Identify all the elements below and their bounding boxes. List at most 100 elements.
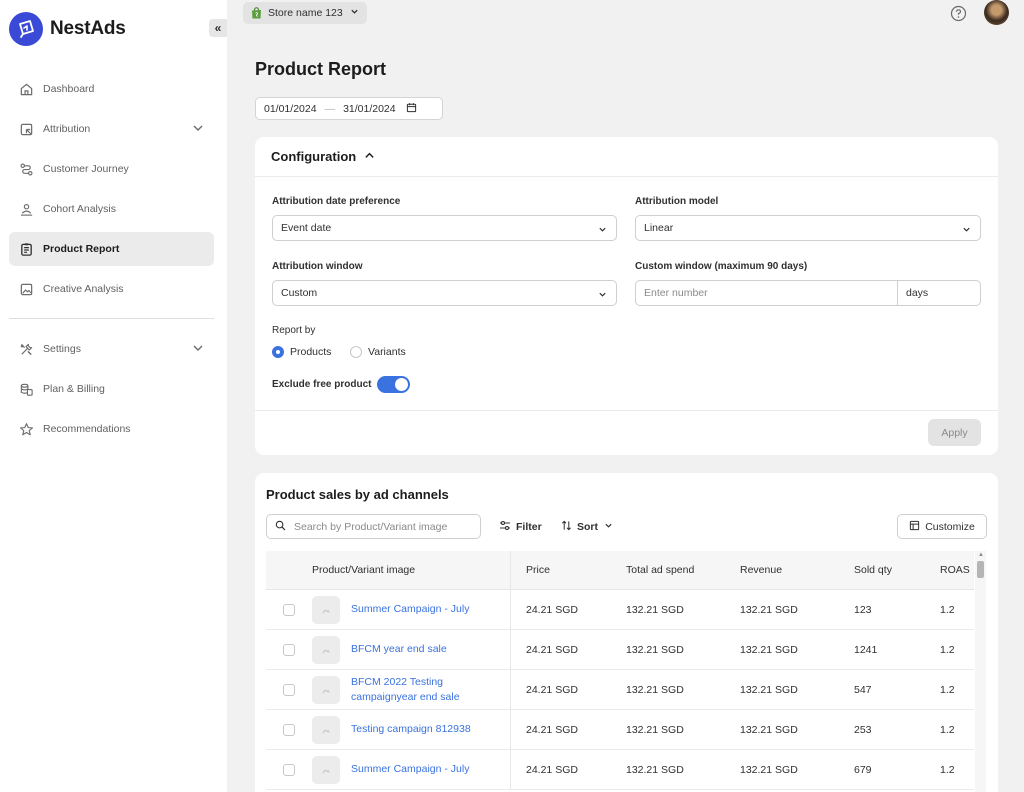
product-link[interactable]: Testing campaign 812938 [351, 722, 471, 737]
product-link[interactable]: BFCM year end sale [351, 642, 447, 657]
sidebar-item-plan-billing[interactable]: Plan & Billing [9, 372, 214, 406]
attribution-model-select[interactable]: Linear [635, 215, 981, 241]
date-range-picker[interactable]: 01/01/2024 — 31/01/2024 [255, 97, 443, 120]
table-row: BFCM 2022 Testing campaignyear end sale … [266, 670, 974, 710]
sort-label: Sort [577, 520, 598, 533]
sidebar-item-dashboard[interactable]: Dashboard [9, 72, 214, 106]
column-header-revenue[interactable]: Revenue [725, 564, 839, 576]
date-preference-select[interactable]: Event date [272, 215, 617, 241]
configuration-card: Configuration Attribution date preferenc… [255, 137, 998, 455]
column-header-roas[interactable]: ROAS [925, 564, 974, 576]
radio-label: Products [290, 346, 332, 358]
sidebar-item-attribution[interactable]: Attribution [9, 112, 214, 146]
table-row: Summer Campaign - July 24.21 SGD 132.21 … [266, 750, 974, 790]
radio-products[interactable]: Products [272, 346, 331, 358]
customize-button[interactable]: Customize [897, 514, 987, 539]
table-header: Product/Variant image Price Total ad spe… [266, 551, 974, 590]
chevron-down-icon [192, 342, 204, 357]
column-header-product[interactable]: Product/Variant image [312, 551, 511, 589]
column-header-ad-spend[interactable]: Total ad spend [611, 564, 725, 576]
table-scrollbar[interactable]: ▲ [975, 551, 986, 792]
sold-qty-cell: 123 [854, 603, 872, 616]
attribution-window-select[interactable]: Custom [272, 280, 617, 306]
apply-button[interactable]: Apply [928, 419, 981, 446]
filter-label: Filter [516, 520, 542, 533]
column-header-price[interactable]: Price [511, 564, 611, 576]
avatar[interactable] [984, 0, 1009, 25]
sidebar-item-product-report[interactable]: Product Report [9, 232, 214, 266]
date-separator: — [324, 102, 336, 115]
help-icon[interactable] [950, 5, 967, 22]
custom-window-input[interactable]: Enter number [636, 281, 897, 305]
star-icon [18, 421, 35, 438]
sidebar-item-customer-journey[interactable]: Customer Journey [9, 152, 214, 186]
row-checkbox[interactable] [283, 683, 295, 696]
revenue-cell: 132.21 SGD [740, 723, 798, 736]
product-link[interactable]: Summer Campaign - July [351, 762, 469, 777]
sidebar-item-label: Plan & Billing [43, 383, 105, 395]
row-checkbox[interactable] [283, 763, 295, 776]
scrollbar-thumb[interactable] [977, 561, 984, 578]
product-sales-table: Product/Variant image Price Total ad spe… [266, 551, 974, 790]
store-name: Store name 123 [268, 7, 343, 19]
scroll-up-arrow-icon[interactable]: ▲ [978, 552, 984, 558]
product-link[interactable]: Summer Campaign - July [351, 602, 469, 617]
row-checkbox[interactable] [283, 603, 295, 616]
sold-qty-cell: 547 [854, 683, 872, 696]
sidebar-item-label: Attribution [43, 123, 91, 135]
sidebar-item-settings[interactable]: Settings [9, 332, 214, 366]
product-link[interactable]: BFCM 2022 Testing campaignyear end sale [351, 675, 481, 705]
sidebar-item-label: Customer Journey [43, 163, 129, 175]
roas-cell: 1.2 [940, 603, 955, 616]
store-selector[interactable]: Store name 123 [243, 2, 367, 24]
tools-icon [18, 341, 35, 358]
cohort-icon [18, 201, 35, 218]
report-by-label: Report by [272, 325, 316, 336]
sidebar-item-creative-analysis[interactable]: Creative Analysis [9, 272, 214, 306]
sidebar-item-label: Settings [43, 343, 81, 355]
report-icon [18, 241, 35, 258]
column-header-sold-qty[interactable]: Sold qty [839, 564, 925, 576]
sidebar-item-label: Product Report [43, 243, 120, 255]
chevron-down-icon [598, 225, 607, 237]
custom-window-label: Custom window (maximum 90 days) [635, 261, 808, 272]
sidebar-item-label: Recommendations [43, 423, 131, 435]
price-cell: 24.21 SGD [526, 683, 578, 696]
radio-button-selected[interactable] [272, 346, 284, 358]
exclude-free-toggle[interactable] [377, 376, 411, 393]
row-checkbox[interactable] [283, 723, 295, 736]
radio-button[interactable] [350, 346, 362, 358]
app-logo[interactable]: NestAds [9, 12, 126, 46]
configuration-title: Configuration [271, 149, 357, 164]
sort-arrows-icon [561, 520, 572, 534]
exclude-free-label: Exclude free product [272, 379, 372, 390]
sidebar-nav: Dashboard Attribution Customer Journey C… [9, 72, 214, 452]
calendar-icon [406, 102, 417, 116]
main-content: Product Report 01/01/2024 — 31/01/2024 C… [227, 34, 1024, 792]
sidebar-item-recommendations[interactable]: Recommendations [9, 412, 214, 446]
double-chevron-left-icon: « [214, 21, 222, 35]
product-image-placeholder-icon [312, 595, 340, 624]
configuration-header[interactable]: Configuration [255, 137, 998, 177]
row-checkbox[interactable] [283, 643, 295, 656]
filter-button[interactable]: Filter [499, 514, 542, 539]
radio-variants[interactable]: Variants [350, 346, 406, 358]
collapse-sidebar-button[interactable]: « [209, 19, 227, 37]
chevron-down-icon [604, 521, 613, 533]
product-image-placeholder-icon [312, 675, 340, 704]
table-row: BFCM year end sale 24.21 SGD 132.21 SGD … [266, 630, 974, 670]
ad-spend-cell: 132.21 SGD [626, 723, 684, 736]
table-row: Testing campaign 812938 24.21 SGD 132.21… [266, 710, 974, 750]
revenue-cell: 132.21 SGD [740, 683, 798, 696]
search-input[interactable]: Search by Product/Variant image [266, 514, 481, 539]
attribution-model-label: Attribution model [635, 196, 719, 207]
chevron-down-icon [192, 122, 204, 137]
revenue-cell: 132.21 SGD [740, 763, 798, 776]
custom-window-field: Enter number days [635, 280, 981, 306]
price-cell: 24.21 SGD [526, 763, 578, 776]
sort-button[interactable]: Sort [561, 514, 613, 539]
sidebar-item-cohort-analysis[interactable]: Cohort Analysis [9, 192, 214, 226]
ad-spend-cell: 132.21 SGD [626, 643, 684, 656]
chevron-down-icon [962, 225, 971, 237]
chevron-up-icon [364, 149, 375, 164]
